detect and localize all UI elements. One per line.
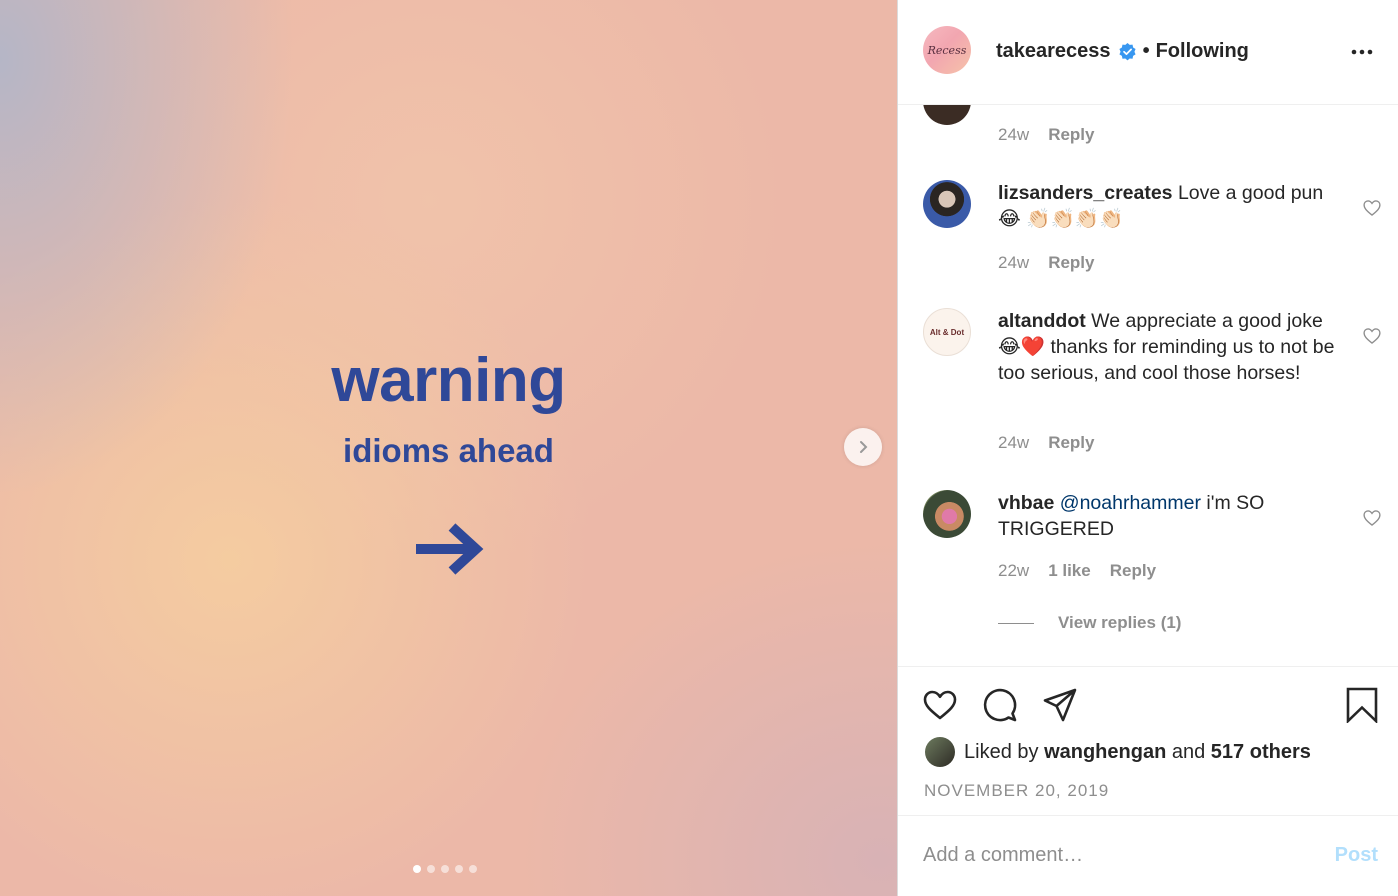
- carousel-dot: [413, 865, 421, 873]
- post-subline: idioms ahead: [343, 432, 554, 469]
- post-button[interactable]: Post: [1335, 844, 1378, 867]
- heart-icon[interactable]: [1362, 508, 1382, 528]
- chevron-right-icon: [860, 441, 868, 453]
- comment-meta: 24w Reply: [998, 433, 1094, 453]
- add-comment-bar: Post: [898, 815, 1398, 896]
- view-replies-button[interactable]: View replies (1): [998, 613, 1181, 633]
- post-date[interactable]: NOVEMBER 20, 2019: [924, 781, 1109, 801]
- comments-list[interactable]: 24w Reply lizsanders_creates Love a good…: [898, 105, 1398, 667]
- comment-time[interactable]: 24w: [998, 253, 1029, 273]
- comment-meta: 22w 1 like Reply: [998, 561, 1156, 581]
- post-media: warning idioms ahead: [0, 0, 897, 896]
- comment-input[interactable]: [923, 838, 1313, 872]
- comment-text: vhbae @noahrhammer i'm SO TRIGGERED: [998, 490, 1343, 542]
- likes-middle: and: [1171, 740, 1206, 763]
- like-heart-icon[interactable]: [922, 687, 958, 723]
- post-panel: Recess takearecess • Following 24w Reply…: [898, 0, 1398, 896]
- divider: [998, 622, 1034, 624]
- comment-time[interactable]: 24w: [998, 125, 1029, 145]
- post-headline: warning: [331, 346, 566, 415]
- heart-icon[interactable]: [1362, 326, 1382, 346]
- likes-prefix: Liked by: [964, 740, 1039, 763]
- avatar[interactable]: Alt & Dot: [923, 308, 971, 356]
- next-slide-button[interactable]: [844, 428, 882, 466]
- liker-username[interactable]: wanghengan: [1044, 741, 1166, 764]
- comment-time[interactable]: 24w: [998, 433, 1029, 453]
- verified-badge-icon: [1118, 42, 1136, 60]
- heart-icon[interactable]: [1362, 198, 1382, 218]
- likes-others-link[interactable]: 517 others: [1211, 741, 1311, 764]
- likes-summary: Liked by wanghengan and 517 others: [925, 737, 1311, 767]
- comment-meta: 24w Reply: [998, 125, 1094, 145]
- avatar[interactable]: [923, 180, 971, 228]
- avatar-logo-text: Alt & Dot: [929, 327, 965, 337]
- reply-button[interactable]: Reply: [1048, 253, 1094, 273]
- view-replies-label: View replies (1): [1058, 613, 1182, 632]
- carousel-indicator: [413, 865, 477, 873]
- mention-link[interactable]: @noahrhammer: [1060, 492, 1201, 514]
- reply-button[interactable]: Reply: [1110, 561, 1156, 581]
- avatar[interactable]: [925, 737, 955, 767]
- comment-time[interactable]: 22w: [998, 561, 1029, 581]
- comment-username[interactable]: vhbae: [998, 492, 1054, 514]
- more-options-icon[interactable]: [1350, 40, 1374, 64]
- comment-username[interactable]: altanddot: [998, 310, 1086, 332]
- avatar-logo-text: Recess: [927, 43, 967, 57]
- reply-button[interactable]: Reply: [1048, 125, 1094, 145]
- likes-count-link[interactable]: 1 like: [1048, 561, 1091, 581]
- comment-text: lizsanders_creates Love a good pun 😂 👏🏻👏…: [998, 180, 1343, 232]
- reply-button[interactable]: Reply: [1048, 433, 1094, 453]
- carousel-dot: [427, 865, 435, 873]
- avatar[interactable]: [923, 490, 971, 538]
- following-button[interactable]: Following: [1156, 40, 1249, 63]
- arrow-right-icon: [416, 523, 484, 575]
- avatar[interactable]: [923, 105, 971, 125]
- post-actions: Liked by wanghengan and 517 others NOVEM…: [898, 666, 1398, 816]
- share-icon[interactable]: [1042, 687, 1078, 723]
- separator-dot: •: [1142, 39, 1150, 62]
- comment-icon[interactable]: [982, 687, 1018, 723]
- bookmark-icon[interactable]: [1344, 687, 1380, 723]
- username-link[interactable]: takearecess: [996, 40, 1111, 63]
- post-header: Recess takearecess • Following: [898, 0, 1398, 105]
- avatar[interactable]: Recess: [923, 26, 971, 74]
- comment-username[interactable]: lizsanders_creates: [998, 182, 1173, 204]
- carousel-dot: [469, 865, 477, 873]
- carousel-dot: [455, 865, 463, 873]
- comment-meta: 24w Reply: [998, 253, 1094, 273]
- comment-text: altanddot We appreciate a good joke 😂❤️ …: [998, 308, 1343, 386]
- carousel-dot: [441, 865, 449, 873]
